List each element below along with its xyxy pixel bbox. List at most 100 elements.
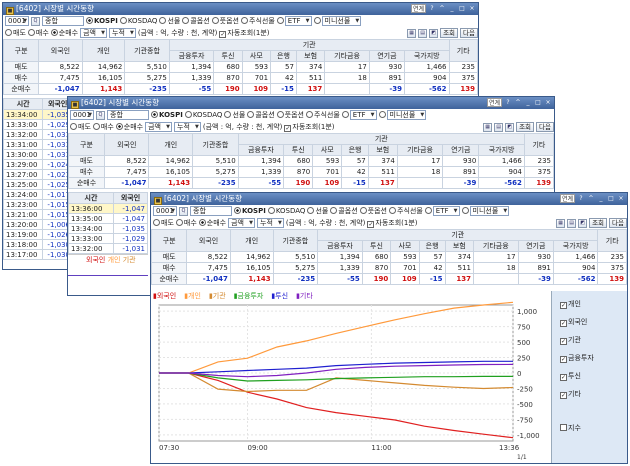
market-kospi[interactable]: KOSPI (86, 17, 118, 25)
time-row[interactable]: 13:21:00 -1,015 (3, 209, 73, 220)
time-row[interactable]: 13:32:00 -1,031 (68, 243, 149, 254)
query-button[interactable]: 조회 (589, 218, 608, 228)
trade-net[interactable]: 순매수 (198, 218, 226, 228)
market-put[interactable]: 풋옵션 (359, 206, 387, 216)
market-futures[interactable]: 선물 (307, 206, 328, 216)
help-icon[interactable]: ? (428, 4, 436, 13)
time-row[interactable]: 13:34:00 -1,035 (3, 109, 73, 120)
auto-check[interactable]: ✓ 자동조회(1분) (219, 28, 270, 38)
market-call[interactable]: 콜옵션 (247, 110, 275, 120)
minimize-icon[interactable]: _ (524, 98, 532, 107)
market-call[interactable]: 콜옵션 (330, 206, 358, 216)
help-icon[interactable]: ? (577, 194, 585, 203)
line-chart[interactable]: 1,000 750 500 250 0 -250 -500 -750 -1,000 07:30 09… (151, 291, 551, 464)
trade-buy[interactable]: 매수 (175, 218, 197, 228)
time-row[interactable]: 13:19:00 -1,026 (3, 229, 73, 240)
pin-icon[interactable]: ^ (514, 98, 522, 107)
trade-net[interactable]: 순매수 (50, 28, 78, 38)
amount-select[interactable]: 금액 (80, 28, 107, 38)
market-futures[interactable]: 선물 (159, 16, 180, 26)
name-field[interactable]: 종합 (190, 206, 232, 216)
help-icon[interactable]: ? (504, 98, 512, 107)
auto-check[interactable]: ✓ 자동조회(1분) (367, 218, 418, 228)
settings-icon[interactable]: ◩ (429, 28, 439, 38)
check-foreign[interactable]: ✓ 외국인 (560, 317, 627, 327)
time-row[interactable]: 13:27:00 -1,021 (3, 169, 73, 180)
market-mini[interactable]: 미니선물 (461, 206, 510, 216)
time-row[interactable]: 13:23:00 -1,015 (3, 199, 73, 210)
close-icon[interactable]: × (617, 194, 625, 203)
market-mini[interactable]: 미니선물 (313, 16, 362, 26)
market-etf[interactable]: ETF (341, 110, 377, 120)
maximize-icon[interactable]: □ (534, 98, 542, 107)
market-futures[interactable]: 선물 (224, 110, 245, 120)
link-button[interactable]: 연계 (486, 98, 502, 107)
market-kosdaq[interactable]: KOSDAQ (267, 207, 305, 215)
market-call[interactable]: 콜옵션 (182, 16, 210, 26)
search-icon[interactable]: Q (96, 110, 105, 120)
trade-buy[interactable]: 매수 (27, 28, 49, 38)
close-icon[interactable]: × (468, 4, 476, 13)
chart-icon[interactable]: ▤ (494, 122, 504, 132)
next-button[interactable]: 다음 (536, 122, 554, 132)
amount-select[interactable]: 금액 (228, 218, 255, 228)
time-row[interactable]: 13:34:00 -1,035 (68, 223, 149, 234)
amount-select[interactable]: 금액 (145, 122, 172, 132)
trade-net[interactable]: 순매수 (115, 122, 143, 132)
trade-sell[interactable]: 매도 (5, 28, 26, 38)
time-row[interactable]: 13:33:00 -1,029 (68, 233, 149, 244)
grid-icon[interactable]: ▦ (407, 28, 417, 38)
time-row[interactable]: 13:30:00 -1,031 (3, 149, 73, 160)
trade-sell[interactable]: 매도 (153, 218, 174, 228)
settings-icon[interactable]: ◩ (505, 122, 515, 132)
window-front[interactable]: ■[6402] 시장별 시간동향 연계?^_□× 0001 Q 종합 KOSPI… (150, 192, 628, 464)
market-kospi[interactable]: KOSPI (234, 207, 266, 215)
close-icon[interactable]: × (544, 98, 552, 107)
grid-icon[interactable]: ▦ (556, 218, 566, 228)
time-row[interactable]: 13:32:00 -1,031 (3, 129, 73, 140)
market-put[interactable]: 풋옵션 (276, 110, 304, 120)
market-kospi[interactable]: KOSPI (151, 111, 183, 119)
trade-buy[interactable]: 매수 (92, 122, 114, 132)
next-button[interactable]: 다음 (609, 218, 627, 228)
check-inst[interactable]: ✓ 기관 (560, 335, 627, 345)
check-trust[interactable]: ✓ 투신 (560, 371, 627, 381)
market-kosdaq[interactable]: KOSDAQ (184, 111, 222, 119)
mode-select[interactable]: 누적 (174, 122, 201, 132)
code-select[interactable]: 0001 (70, 110, 94, 120)
minimize-icon[interactable]: _ (448, 4, 456, 13)
check-index[interactable]: 지수 (560, 423, 627, 433)
time-row[interactable]: 13:20:00 -1,006 (3, 219, 73, 230)
code-select[interactable]: 0001 (153, 206, 177, 216)
market-etf[interactable]: ETF (424, 206, 460, 216)
pin-icon[interactable]: ^ (587, 194, 595, 203)
auto-check[interactable]: ✓ 자동조회(1분) (284, 122, 335, 132)
pin-icon[interactable]: ^ (438, 4, 446, 13)
maximize-icon[interactable]: □ (607, 194, 615, 203)
market-put[interactable]: 풋옵션 (211, 16, 239, 26)
trade-sell[interactable]: 매도 (70, 122, 91, 132)
time-row[interactable]: 13:35:00 -1,047 (68, 213, 149, 224)
check-fininv[interactable]: ✓ 금융투자 (560, 353, 627, 363)
minimize-icon[interactable]: _ (597, 194, 605, 203)
code-select[interactable]: 0001 (5, 16, 29, 26)
query-button[interactable]: 조회 (516, 122, 535, 132)
query-button[interactable]: 조회 (440, 28, 459, 38)
time-row[interactable]: 13:18:00 -1,030 (3, 239, 73, 250)
market-kosdaq[interactable]: KOSDAQ (119, 17, 157, 25)
settings-icon[interactable]: ◩ (578, 218, 588, 228)
link-button[interactable]: 연계 (410, 4, 426, 13)
time-row[interactable]: 13:33:00 -1,029 (3, 119, 73, 130)
mode-select[interactable]: 누적 (109, 28, 136, 38)
mode-select[interactable]: 누적 (257, 218, 284, 228)
check-etc[interactable]: ✓ 기타 (560, 389, 627, 399)
maximize-icon[interactable]: □ (458, 4, 466, 13)
market-etf[interactable]: ETF (276, 16, 312, 26)
time-row[interactable]: 13:29:00 -1,024 (3, 159, 73, 170)
titlebar[interactable]: ■ [6402] 시장별 시간동향 연계? ^ _ □ × (151, 193, 627, 205)
link-button[interactable]: 연계 (559, 194, 575, 203)
time-row[interactable]: 13:31:00 -1,031 (3, 139, 73, 150)
time-row[interactable]: 13:36:00 -1,047 (68, 203, 149, 214)
market-stockfut[interactable]: 주식선물 (306, 110, 340, 120)
next-button[interactable]: 다음 (460, 28, 478, 38)
